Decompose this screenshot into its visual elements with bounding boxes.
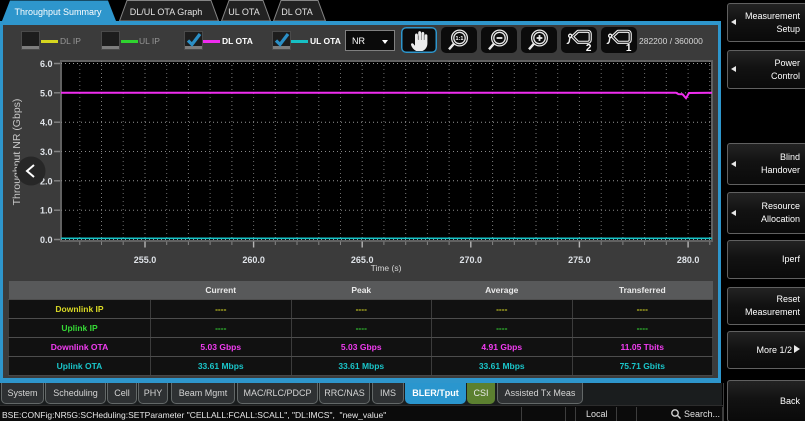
svg-text:DL/UL OTA Graph: DL/UL OTA Graph — [130, 7, 203, 17]
svg-text:UL OTA: UL OTA — [228, 7, 260, 17]
svg-text:260.0: 260.0 — [242, 255, 265, 265]
svg-text:4.0: 4.0 — [40, 118, 53, 128]
svg-text:2: 2 — [586, 43, 592, 53]
svg-text:255.0: 255.0 — [134, 255, 157, 265]
svg-text:6.0: 6.0 — [40, 59, 53, 69]
svg-text:280.0: 280.0 — [677, 255, 700, 265]
svg-text:1.0: 1.0 — [40, 206, 53, 216]
svg-text:DL OTA: DL OTA — [281, 7, 313, 17]
svg-text:1: 1 — [626, 43, 632, 53]
svg-text:275.0: 275.0 — [568, 255, 591, 265]
svg-text:270.0: 270.0 — [460, 255, 483, 265]
svg-text:5.0: 5.0 — [40, 88, 53, 98]
svg-text:Time (s): Time (s) — [371, 263, 402, 273]
svg-text:Throughput Summary: Throughput Summary — [14, 7, 102, 17]
svg-text:3.0: 3.0 — [40, 147, 53, 157]
svg-text:1:1: 1:1 — [456, 36, 464, 42]
svg-text:0.0: 0.0 — [40, 235, 53, 245]
svg-text:Throughput NR (Gbps): Throughput NR (Gbps) — [11, 99, 23, 206]
